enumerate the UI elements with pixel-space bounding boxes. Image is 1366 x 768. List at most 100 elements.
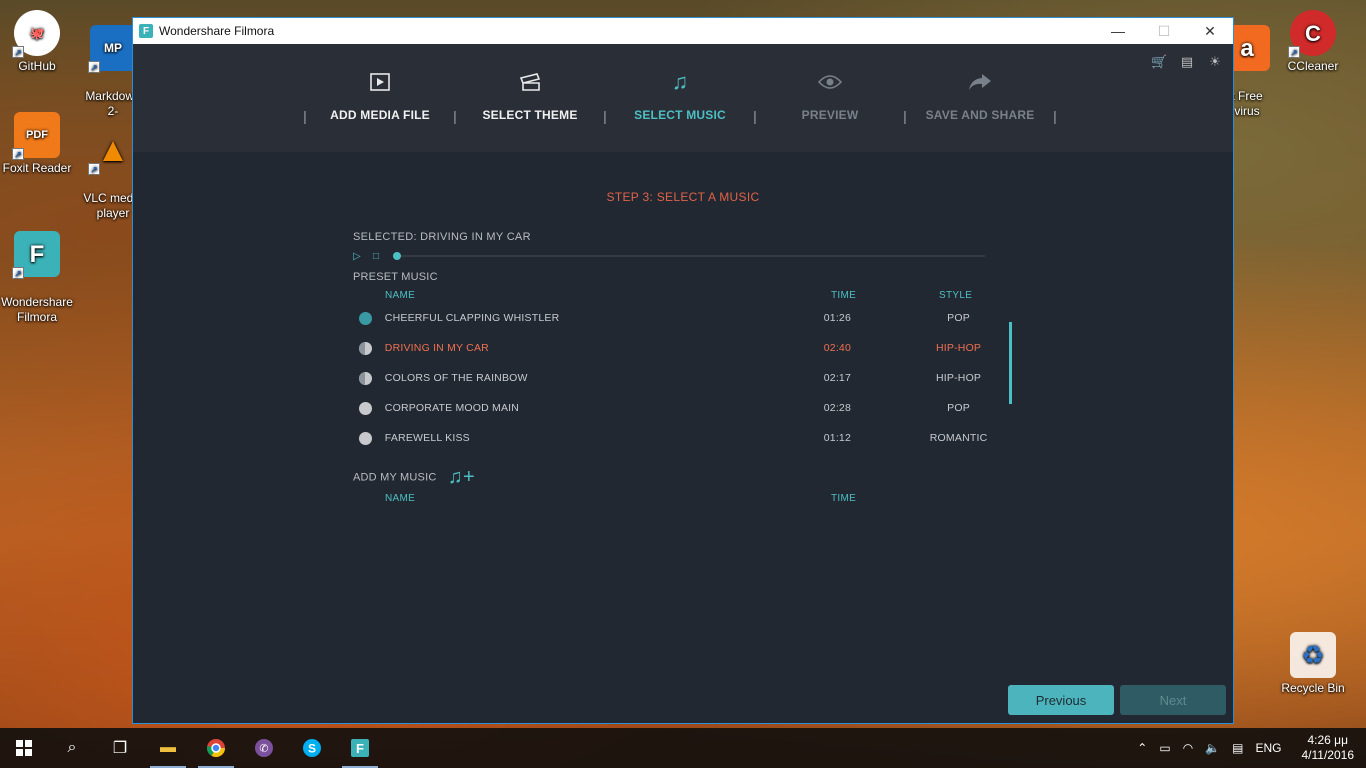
desktop-icon-ccleaner[interactable]: C ↗ CCleaner: [1276, 10, 1350, 74]
minimize-button[interactable]: —: [1095, 18, 1141, 44]
pdf-icon: PDF ↗: [12, 112, 60, 160]
desktop-icon-label: CCleaner: [1287, 59, 1339, 73]
title-bar[interactable]: F Wondershare Filmora — ☐ ✕: [133, 18, 1233, 44]
progress-track[interactable]: [393, 252, 985, 260]
recycle-bin-icon: ♻: [1290, 632, 1336, 678]
column-header-style: STYLE: [939, 290, 973, 301]
step-preview[interactable]: PREVIEW: [767, 66, 893, 122]
music-row[interactable]: FAREWELL KISS 01:12 ROMANTIC: [353, 427, 993, 449]
track-indicator-icon[interactable]: [359, 371, 372, 385]
step-divider: |: [903, 108, 907, 124]
step-save-and-share[interactable]: SAVE AND SHARE: [917, 66, 1043, 122]
add-music-icon[interactable]: ♫+: [448, 466, 475, 488]
chrome-icon[interactable]: [192, 728, 240, 768]
music-player: ▷ □: [353, 249, 985, 263]
step-divider: |: [1053, 108, 1057, 124]
window-title: Wondershare Filmora: [159, 24, 275, 38]
start-button[interactable]: [0, 728, 48, 768]
track-style: ROMANTIC: [929, 432, 988, 444]
track-time: 01:12: [823, 432, 852, 444]
header-tools: 🛒 ▤ ☀: [1151, 54, 1223, 70]
track-style: POP: [947, 402, 970, 414]
step-label: SELECT MUSIC: [634, 108, 726, 122]
column-header-time: TIME: [831, 290, 857, 301]
viber-icon[interactable]: ✆: [240, 728, 288, 768]
step-add-media-file[interactable]: ADD MEDIA FILE: [317, 66, 443, 122]
playing-indicator-icon[interactable]: [359, 311, 372, 325]
track-style: HIP-HOP: [935, 342, 982, 354]
clock[interactable]: 4:26 μμ 4/11/2016: [1302, 733, 1355, 763]
desktop-icon-filmora[interactable]: F ↗ Wondershare Filmora: [0, 216, 74, 340]
track-indicator-icon[interactable]: [359, 401, 372, 415]
step-divider: |: [453, 108, 457, 124]
music-icon: ♫: [671, 69, 689, 94]
clock-date: 4/11/2016: [1301, 748, 1355, 762]
music-row[interactable]: CHEERFUL CLAPPING WHISTLER 01:26 POP: [353, 307, 993, 329]
track-indicator-icon[interactable]: [359, 431, 372, 445]
task-view-icon[interactable]: ❐: [96, 728, 144, 768]
track-indicator-icon[interactable]: [359, 341, 372, 355]
skype-icon[interactable]: S: [288, 728, 336, 768]
music-row[interactable]: COLORS OF THE RAINBOW 02:17 HIP-HOP: [353, 367, 993, 389]
progress-knob[interactable]: [393, 252, 401, 260]
volume-icon[interactable]: 🔈: [1205, 741, 1220, 755]
desktop-icon-recycle-bin[interactable]: ♻ Recycle Bin: [1276, 632, 1350, 696]
share-icon: [917, 66, 1043, 98]
track-name: CORPORATE MOOD MAIN: [384, 402, 520, 414]
filmora-window: F Wondershare Filmora — ☐ ✕ | ADD MEDIA …: [132, 17, 1234, 724]
windows-icon: [16, 740, 32, 756]
track-name: COLORS OF THE RAINBOW: [384, 372, 528, 384]
track-name: DRIVING IN MY CAR: [384, 342, 489, 354]
preset-list-scrollbar[interactable]: [1009, 322, 1012, 404]
track-time: 02:40: [823, 342, 852, 354]
filmora-icon: F ↗: [12, 231, 60, 279]
my-music-header-name: NAME: [385, 493, 416, 504]
eye-icon: [767, 66, 893, 98]
media-icon: [317, 66, 443, 98]
wifi-icon[interactable]: ◠: [1183, 741, 1193, 755]
github-icon: 🐙 ↗: [12, 10, 60, 58]
language-indicator[interactable]: ENG: [1255, 741, 1281, 755]
step-select-theme[interactable]: SELECT THEME: [467, 66, 593, 122]
brightness-icon[interactable]: ☀: [1207, 54, 1223, 70]
notifications-icon[interactable]: ▤: [1232, 741, 1243, 755]
clock-time: 4:26 μμ: [1307, 733, 1349, 747]
next-button[interactable]: Next: [1120, 685, 1226, 715]
play-icon[interactable]: ▷: [353, 251, 373, 262]
desktop-icon-label: Recycle Bin: [1281, 681, 1345, 695]
step-divider: |: [603, 108, 607, 124]
chevron-up-icon[interactable]: ⌃: [1137, 741, 1147, 755]
close-button[interactable]: ✕: [1187, 18, 1233, 44]
music-row[interactable]: CORPORATE MOOD MAIN 02:28 POP: [353, 397, 993, 419]
battery-icon[interactable]: ▭: [1159, 741, 1170, 755]
register-icon[interactable]: ▤: [1179, 54, 1195, 70]
track-time: 02:17: [823, 372, 852, 384]
desktop-icon-github[interactable]: 🐙 ↗ GitHub: [0, 10, 74, 74]
track-time: 02:28: [823, 402, 852, 414]
track-name: CHEERFUL CLAPPING WHISTLER: [384, 312, 560, 324]
previous-button[interactable]: Previous: [1008, 685, 1114, 715]
file-explorer-icon[interactable]: ▬: [144, 728, 192, 768]
step-divider: |: [303, 108, 307, 124]
track-style: POP: [947, 312, 970, 324]
my-music-header-time: TIME: [831, 493, 857, 504]
search-icon[interactable]: ⌕: [48, 728, 96, 768]
system-tray: ⌃ ▭ ◠ 🔈 ▤ ENG 4:26 μμ 4/11/2016: [1131, 728, 1366, 768]
track-style: HIP-HOP: [935, 372, 982, 384]
track-time: 01:26: [823, 312, 852, 324]
cart-icon[interactable]: 🛒: [1151, 54, 1167, 70]
svg-text:S: S: [308, 742, 316, 756]
desktop-icon-foxit[interactable]: PDF ↗ Foxit Reader: [0, 112, 74, 176]
stop-icon[interactable]: □: [373, 251, 393, 262]
maximize-button[interactable]: ☐: [1141, 18, 1187, 44]
filmora-taskbar-icon[interactable]: F: [336, 728, 384, 768]
step-label: SELECT THEME: [482, 108, 578, 122]
steps-header: | ADD MEDIA FILE | SELECT THEME | ♫ SELE…: [133, 44, 1233, 152]
step-navigation: | ADD MEDIA FILE | SELECT THEME | ♫ SELE…: [293, 66, 1067, 124]
vlc-icon: ▲ ↗: [88, 127, 136, 175]
desktop-icon-label: Wondershare Filmora: [1, 295, 73, 324]
step-select-music[interactable]: ♫ SELECT MUSIC: [617, 66, 743, 122]
add-my-music[interactable]: ADD MY MUSIC ♫+: [353, 466, 475, 489]
music-row-selected[interactable]: DRIVING IN MY CAR 02:40 HIP-HOP: [353, 337, 993, 359]
column-header-name: NAME: [385, 290, 416, 301]
